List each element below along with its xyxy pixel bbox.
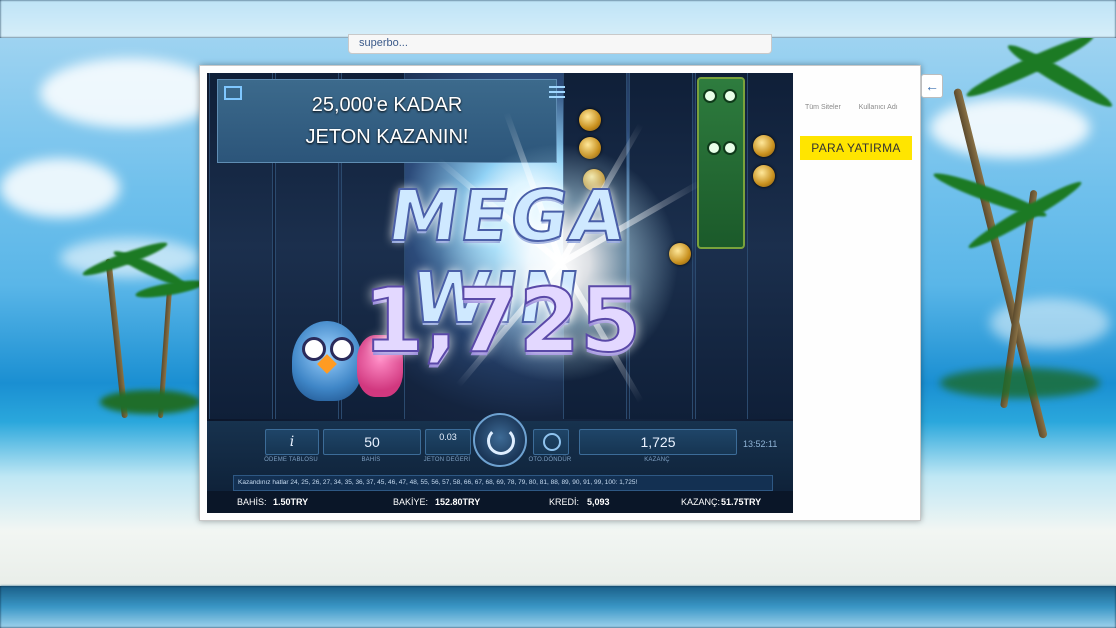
bet-caption: BAHİS	[361, 457, 381, 463]
status-bet-label: BAHİS:	[237, 497, 267, 507]
status-win-label: KAZANÇ:	[681, 497, 721, 507]
coin-value-caption: JETON DEĞERİ	[423, 457, 471, 463]
win-amount-big: 1,725	[362, 268, 642, 373]
promo-line-2: JETON KAZANIN!	[305, 126, 469, 148]
bet-field[interactable]: 50	[323, 429, 421, 455]
coin-value: 0.03	[439, 432, 457, 442]
autoplay-caption: OTO.DÖNDÜR	[528, 457, 572, 463]
side-links: Tüm Siteler Kullanıcı Adı	[805, 104, 915, 111]
won-lines-message: Kazandınız hatlar 24, 25, 26, 27, 34, 35…	[233, 475, 773, 491]
status-win-value: 51.75TRY	[721, 497, 762, 507]
browser-address-bar[interactable]: superbo...	[348, 34, 772, 54]
reels-area: 25,000'e KADAR JETON KAZANIN! MEGA WIN 1…	[207, 73, 793, 421]
autoplay-button[interactable]	[533, 429, 569, 455]
paytable-caption: ÖDEME TABLOSU	[264, 457, 318, 463]
coin-symbol	[753, 165, 775, 187]
control-bar: i ÖDEME TABLOSU 50 BAHİS 0.03 JETON DEĞE…	[207, 413, 793, 513]
autoplay-icon	[543, 433, 561, 451]
status-balance-value: 152.80TRY	[435, 497, 481, 507]
bottom-blur-bar	[0, 586, 1116, 628]
clock: 13:52:11	[743, 439, 778, 449]
status-bet-value: 1.50TRY	[273, 497, 309, 507]
coin-value-field[interactable]: 0.03	[425, 429, 471, 455]
reel-column	[747, 73, 793, 419]
status-bar: BAHİS: 1.50TRY BAKİYE: 152.80TRY KREDİ: …	[207, 491, 793, 513]
spin-icon	[487, 427, 515, 455]
link-all-sites[interactable]: Tüm Siteler	[805, 104, 841, 111]
win-field: 1,725	[579, 429, 737, 455]
win-caption: KAZANÇ	[644, 457, 670, 463]
arrow-left-icon: ←	[925, 78, 939, 94]
link-username[interactable]: Kullanıcı Adı	[859, 104, 898, 111]
coin-symbol	[753, 135, 775, 157]
spin-button[interactable]	[473, 413, 527, 467]
slot-game: 25,000'e KADAR JETON KAZANIN! MEGA WIN 1…	[207, 73, 793, 513]
coin-symbol	[579, 109, 601, 131]
top-blur-bar	[0, 0, 1116, 38]
deposit-button[interactable]: PARA YATIRMA	[800, 136, 912, 160]
back-button[interactable]: ←	[921, 74, 943, 98]
status-credit-value: 5,093	[587, 497, 610, 507]
alien-symbol	[697, 77, 745, 249]
address-text: superbo...	[359, 37, 408, 49]
status-balance-label: BAKİYE:	[393, 497, 429, 507]
status-credit-label: KREDİ:	[549, 497, 580, 507]
paytable-button[interactable]: i	[265, 429, 319, 455]
